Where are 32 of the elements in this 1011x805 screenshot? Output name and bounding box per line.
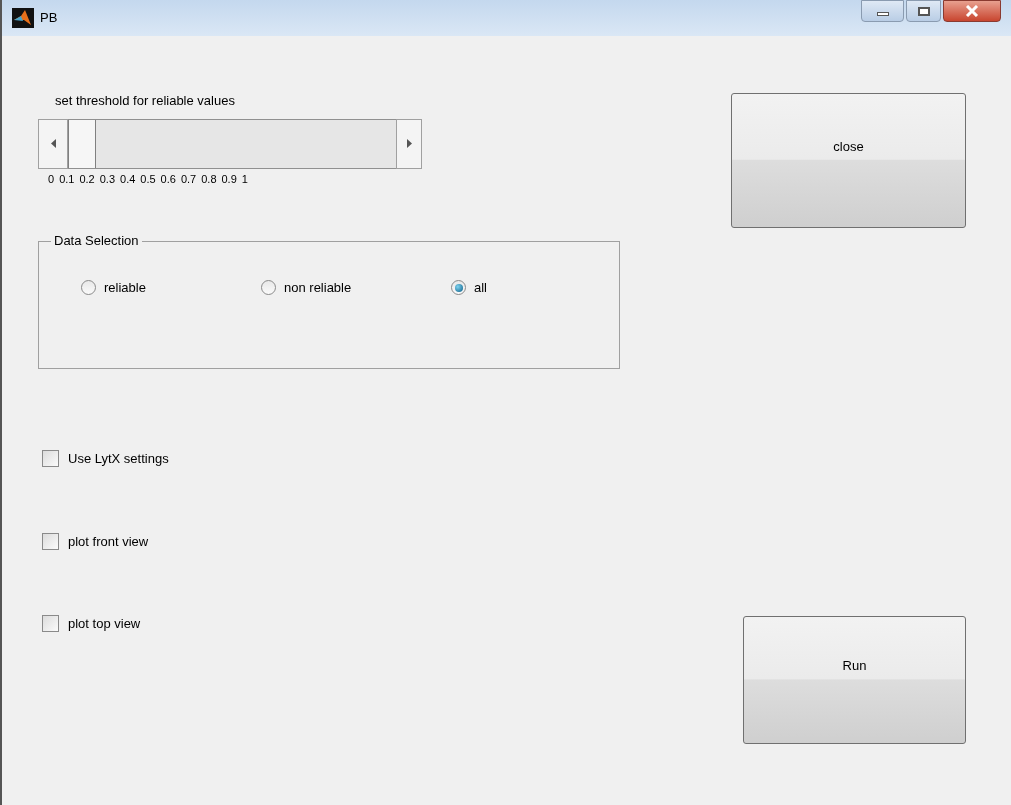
tick-label: 1	[241, 171, 248, 187]
tick-label: 0.7	[180, 171, 197, 187]
app-icon	[12, 8, 34, 28]
slider-thumb[interactable]	[68, 119, 96, 168]
tick-label: 0.3	[99, 171, 115, 187]
radio-label: reliable	[104, 279, 146, 297]
radio-label: non reliable	[284, 279, 352, 297]
tick-label: 0.9	[221, 171, 237, 187]
close-icon[interactable]	[943, 0, 1001, 22]
tick-label: 0.1	[59, 171, 75, 187]
radio-button[interactable]	[261, 280, 276, 296]
tick-label: 0.6	[160, 171, 176, 187]
window-title: PB	[40, 9, 58, 28]
run-button[interactable]: Run	[743, 616, 966, 744]
radio-label: all	[474, 279, 487, 297]
checkbox-label: plot front view	[68, 532, 149, 551]
tick-label: 0.8	[201, 171, 217, 187]
slider-label: set threshold for reliable values	[55, 92, 236, 110]
checkbox[interactable]	[42, 450, 59, 468]
checkbox-label: Use LytX settings	[68, 450, 169, 468]
radio-button[interactable]	[81, 280, 96, 296]
radio-button[interactable]	[451, 280, 466, 296]
close-button[interactable]: close	[731, 93, 966, 228]
tick-label: 0.4	[120, 171, 136, 187]
checkbox-label: plot top view	[68, 615, 141, 633]
tick-label: 0.2	[79, 171, 95, 187]
tick-label: 0.5	[140, 171, 156, 187]
maximize-button[interactable]	[906, 0, 941, 22]
checkbox[interactable]	[42, 615, 59, 633]
tick-label: 0	[48, 171, 55, 187]
minimize-button[interactable]	[861, 0, 904, 22]
checkbox[interactable]	[42, 532, 59, 550]
